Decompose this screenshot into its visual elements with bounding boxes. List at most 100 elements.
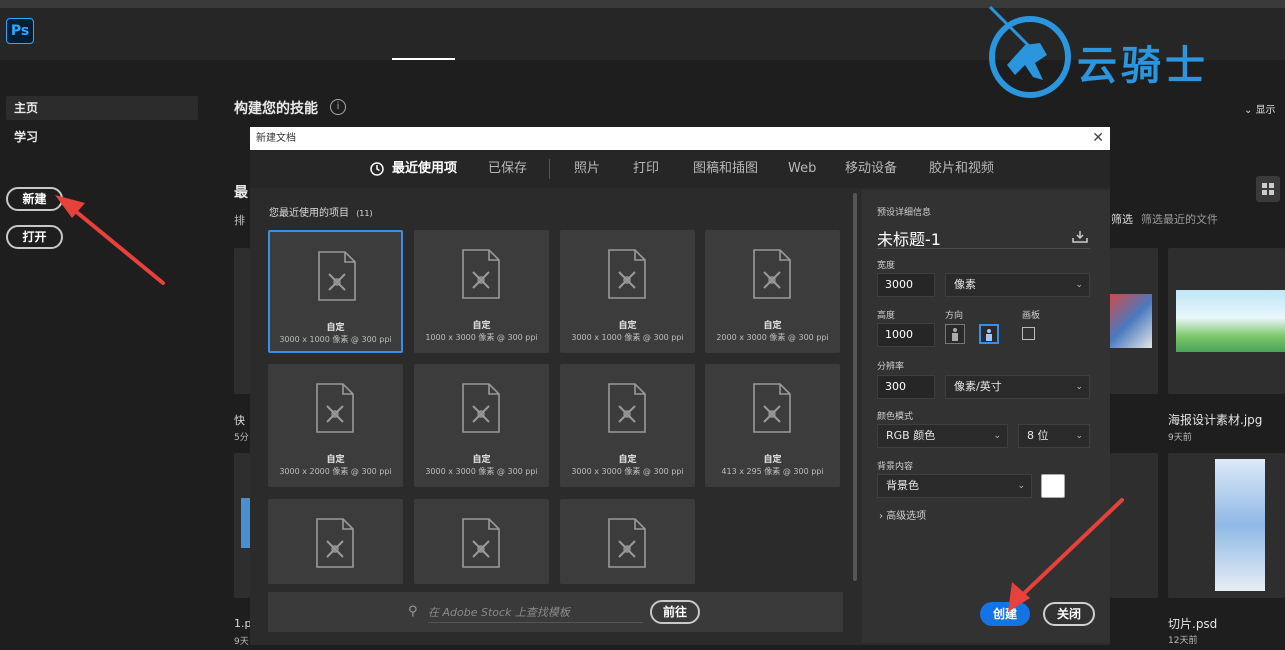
landscape-orientation-icon[interactable] [979,324,999,344]
document-icon [316,383,354,433]
preset-scrollbar[interactable] [853,193,857,581]
sort-label[interactable]: 排 [234,212,245,228]
tab-recent[interactable]: 最近使用项 [392,150,457,188]
tab-photo[interactable]: 照片 [574,150,600,188]
tab-saved[interactable]: 已保存 [488,150,527,188]
file-time: 9天前 [1168,433,1192,443]
save-preset-icon[interactable] [1071,229,1089,243]
width-label: 宽度 [877,261,896,271]
sidebar-item-home[interactable]: 主页 [6,96,198,120]
background-label: 背景内容 [877,462,914,472]
preset-card[interactable]: 自定 3000 x 2000 像素 @ 300 ppi [268,364,403,487]
file-thumbnail[interactable] [1168,453,1285,598]
width-field[interactable]: 3000 [877,273,935,297]
preset-card[interactable]: 自定 3000 x 1000 像素 @ 300 ppi [268,230,403,353]
color-mode-value: RGB 颜色 [886,429,936,442]
filter-input[interactable]: 筛选最近的文件 [1141,211,1218,227]
tab-web[interactable]: Web [788,150,816,188]
file-thumbnail[interactable] [1110,453,1158,598]
resolution-label: 分辨率 [877,362,905,372]
watermark: 云骑士 [985,5,1285,100]
preset-size: 3000 x 3000 像素 @ 300 ppi [571,467,684,476]
info-icon[interactable]: i [330,99,346,115]
tab-print[interactable]: 打印 [633,150,659,188]
preset-card[interactable] [268,499,403,584]
height-field[interactable]: 1000 [877,323,935,347]
show-toggle[interactable]: ⌄ 显示 [1244,101,1276,116]
preset-size: 3000 x 1000 像素 @ 300 ppi [279,335,392,344]
clock-icon [370,150,384,188]
search-icon: ⚲ [408,604,418,619]
width-unit-select[interactable]: 像素 ⌄ [945,273,1090,297]
stock-search-input[interactable] [428,603,643,623]
file-time: 12天前 [1168,636,1198,646]
preset-size: 3000 x 1000 像素 @ 300 ppi [571,333,684,342]
preset-size: 413 x 295 像素 @ 300 ppi [721,467,824,476]
active-tab-indicator [392,58,455,60]
background-select[interactable]: 背景色 ⌄ [877,474,1032,498]
go-button[interactable]: 前往 [650,600,700,624]
document-icon [318,251,356,301]
preset-card[interactable] [560,499,695,584]
document-icon [462,518,500,568]
preset-card[interactable]: 自定 3000 x 3000 像素 @ 300 ppi [560,364,695,487]
portrait-orientation-icon[interactable] [945,324,965,344]
orientation-label: 方向 [945,311,964,321]
document-icon [753,249,791,299]
preset-name: 自定 [763,455,782,465]
preset-name: 自定 [618,321,637,331]
file-thumbnail[interactable] [234,248,250,394]
file-thumbnail[interactable] [1110,248,1158,394]
preset-card[interactable]: 自定 3000 x 1000 像素 @ 300 ppi [560,230,695,353]
document-icon [462,249,500,299]
close-icon[interactable]: ✕ [1092,127,1104,150]
resolution-unit-select[interactable]: 像素/英寸 ⌄ [945,375,1090,399]
file-thumbnail[interactable] [234,453,250,598]
file-name: 海报设计素材.jpg [1168,413,1263,427]
preset-name: 自定 [326,455,345,465]
preset-name: 自定 [326,323,345,333]
show-label: 显示 [1255,105,1276,116]
tab-art-illustration[interactable]: 图稿和插图 [693,150,758,188]
preset-size: 1000 x 3000 像素 @ 300 ppi [425,333,538,342]
watermark-text: 云骑士 [1077,43,1209,89]
grid-view-icon[interactable] [1256,176,1280,202]
preset-name: 自定 [618,455,637,465]
file-name: 切片.psd [1168,617,1218,631]
photoshop-logo: Ps [6,18,34,44]
preset-card[interactable]: 自定 2000 x 3000 像素 @ 300 ppi [705,230,840,353]
artboard-checkbox[interactable] [1022,327,1035,340]
skills-heading: 构建您的技能 [234,101,318,117]
tab-film-video[interactable]: 胶片和视频 [929,150,994,188]
file-name: 1.p [234,617,252,630]
document-title[interactable]: 未标题-1 [877,226,941,250]
dialog-title: 新建文档 [256,133,296,144]
bit-depth-select[interactable]: 8 位 ⌄ [1018,424,1090,448]
preset-tabs: 最近使用项 已保存 照片 打印 图稿和插图 Web 移动设备 胶片和视频 [250,150,1110,188]
file-thumbnail[interactable] [1168,248,1285,394]
advanced-options-label: 高级选项 [886,511,927,522]
create-button[interactable]: 创建 [980,602,1030,626]
advanced-options-toggle[interactable]: › 高级选项 [879,507,926,522]
chevron-down-icon: ⌄ [1075,280,1083,290]
color-mode-select[interactable]: RGB 颜色 ⌄ [877,424,1008,448]
new-button[interactable]: 新建 [6,187,63,211]
chevron-down-icon: ⌄ [1244,105,1256,116]
file-time: 9天 [234,637,249,647]
preset-card[interactable]: 自定 1000 x 3000 像素 @ 300 ppi [414,230,549,353]
preset-size: 3000 x 3000 像素 @ 300 ppi [425,467,538,476]
preset-card[interactable]: 自定 413 x 295 像素 @ 300 ppi [705,364,840,487]
document-icon [608,249,646,299]
preset-details-label: 预设详细信息 [877,208,932,218]
preset-card[interactable] [414,499,549,584]
tab-mobile[interactable]: 移动设备 [845,150,897,188]
background-color-swatch[interactable] [1041,474,1065,498]
resolution-field[interactable]: 300 [877,375,935,399]
sidebar-item-learn[interactable]: 学习 [6,125,198,149]
document-icon [608,383,646,433]
open-button[interactable]: 打开 [6,225,63,249]
close-button[interactable]: 关闭 [1043,602,1095,626]
preset-card[interactable]: 自定 3000 x 3000 像素 @ 300 ppi [414,364,549,487]
chevron-down-icon: ⌄ [1017,481,1025,491]
width-unit-value: 像素 [954,278,976,291]
